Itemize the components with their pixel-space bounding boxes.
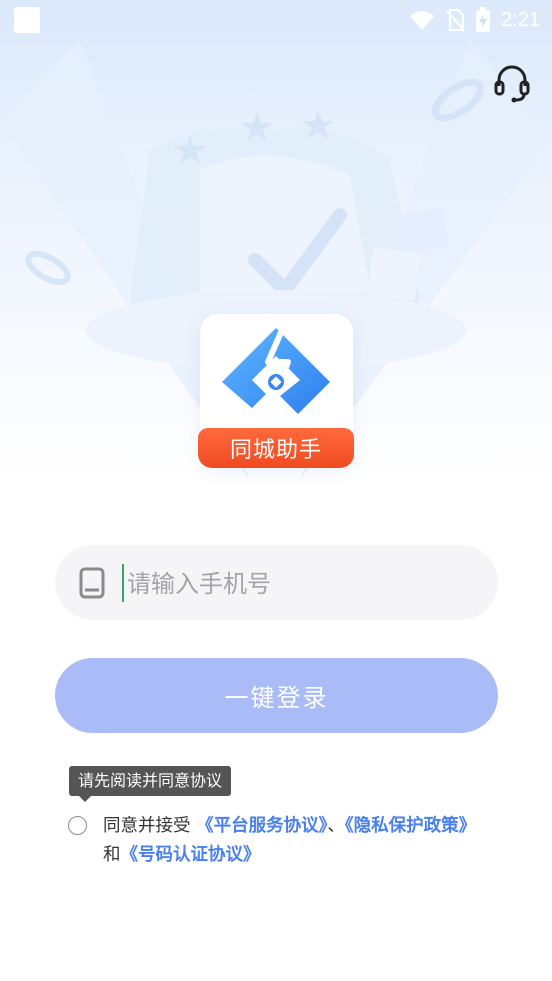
status-time: 2:21 xyxy=(501,8,540,31)
status-icons: 2:21 xyxy=(409,6,540,34)
phone-field[interactable] xyxy=(55,545,498,620)
battery-charging-icon xyxy=(476,7,491,32)
wifi-icon xyxy=(410,11,435,30)
one-click-login-button[interactable]: 一键登录 xyxy=(55,658,498,733)
privacy-policy-link[interactable]: 《隐私保护政策》 xyxy=(345,816,476,836)
agreement-prefix: 同意并接受 xyxy=(103,816,191,836)
phone-icon xyxy=(79,567,105,599)
agreement-text: 同意并接受 《平台服务协议》、《隐私保护政策》和《号码认证协议》 xyxy=(103,812,493,870)
agreement-separator-2: 和 xyxy=(103,845,121,865)
agreement-checkbox[interactable] xyxy=(68,816,87,835)
app-logo-mark xyxy=(222,328,330,414)
square-notification-icon xyxy=(14,7,40,33)
status-bar: 2:21 xyxy=(0,0,552,40)
phone-input[interactable] xyxy=(125,559,479,609)
headset-icon[interactable] xyxy=(494,64,530,104)
app-name-ribbon: 同城助手 xyxy=(198,428,354,468)
no-sim-icon xyxy=(446,9,465,31)
agreement-tooltip: 请先阅读并同意协议 xyxy=(69,766,232,802)
number-auth-agreement-link[interactable]: 《号码认证协议》 xyxy=(121,845,261,865)
service-agreement-link[interactable]: 《平台服务协议》 xyxy=(196,816,327,836)
agreement-separator-1: 、 xyxy=(327,816,345,836)
text-caret xyxy=(122,564,124,602)
